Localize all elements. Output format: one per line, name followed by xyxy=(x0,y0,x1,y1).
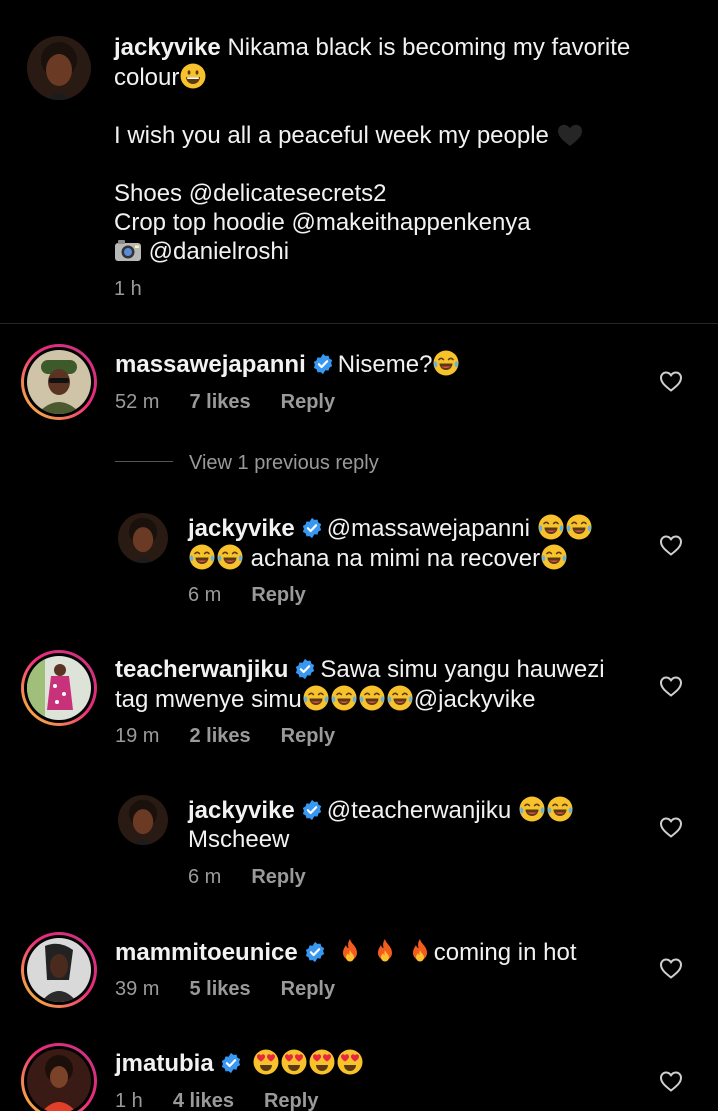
like-heart-icon[interactable] xyxy=(659,957,683,979)
divider xyxy=(0,323,718,324)
comment-username[interactable]: massawejapanni xyxy=(115,351,306,378)
comment-meta: 19 m2 likes Reply xyxy=(115,725,336,748)
reply-button[interactable]: Reply xyxy=(281,725,335,748)
reply-button[interactable]: Reply xyxy=(264,1090,318,1111)
fire-emoji-icon xyxy=(371,937,399,965)
reply-button[interactable]: Reply xyxy=(251,584,305,607)
reply-text: jackyvike @teacherwanjiku Mscheew xyxy=(188,795,648,854)
laughing-emoji-icon xyxy=(188,543,216,571)
view-replies-line xyxy=(115,461,173,462)
comment-text: mammitoeunice coming in hot xyxy=(115,937,577,966)
reply-meta: 6 m Reply xyxy=(188,866,306,889)
like-heart-icon[interactable] xyxy=(659,1070,683,1092)
black-heart-icon xyxy=(556,122,584,148)
laughing-emoji-icon xyxy=(432,349,460,377)
camera-icon xyxy=(114,238,142,262)
like-heart-icon[interactable] xyxy=(659,816,683,838)
heart-eyes-emoji-icon xyxy=(308,1048,336,1076)
like-heart-icon[interactable] xyxy=(659,534,683,556)
comment-avatar[interactable] xyxy=(21,1043,97,1111)
laughing-emoji-icon xyxy=(216,543,244,571)
fire-emoji-icon xyxy=(406,937,434,965)
comment-meta: 39 m5 likes Reply xyxy=(115,978,336,1001)
verified-badge-icon xyxy=(301,517,323,539)
comment-text: jmatubia xyxy=(115,1048,655,1078)
laughing-emoji-icon xyxy=(386,684,414,712)
comment-username[interactable]: jmatubia xyxy=(115,1050,214,1077)
laughing-emoji-icon xyxy=(358,684,386,712)
laughing-emoji-icon xyxy=(537,513,565,541)
laughing-emoji-icon xyxy=(518,795,546,823)
post-caption: jackyvike Nikama black is becoming my fa… xyxy=(0,0,718,323)
verified-badge-icon xyxy=(304,941,326,963)
laughing-emoji-icon xyxy=(565,513,593,541)
comment-meta: 1 h4 likes Reply xyxy=(115,1090,319,1111)
laughing-emoji-icon xyxy=(540,543,568,571)
comment-text: massawejapanni Niseme? xyxy=(115,349,655,379)
reply-avatar[interactable] xyxy=(118,795,168,845)
verified-badge-icon xyxy=(301,799,323,821)
heart-eyes-emoji-icon xyxy=(252,1048,280,1076)
caption-avatar[interactable] xyxy=(27,36,91,100)
comment-avatar[interactable] xyxy=(21,932,97,1008)
reply-button[interactable]: Reply xyxy=(281,978,335,1001)
comment-text: teacherwanjiku Sawa simu yangu hauwezi ta… xyxy=(115,656,605,713)
reply-text: jackyvike @massawejapanni achana na mimi … xyxy=(188,513,648,573)
verified-badge-icon xyxy=(312,353,334,375)
like-heart-icon[interactable] xyxy=(659,675,683,697)
reply-button[interactable]: Reply xyxy=(281,391,335,414)
fire-emoji-icon xyxy=(336,937,364,965)
likes-count[interactable]: 4 likes xyxy=(173,1090,234,1111)
comment-meta: 52 m7 likes Reply xyxy=(115,391,336,414)
likes-count[interactable]: 5 likes xyxy=(189,978,250,1001)
laughing-emoji-icon xyxy=(546,795,574,823)
reply-username[interactable]: jackyvike xyxy=(188,797,295,824)
reply-button[interactable]: Reply xyxy=(251,866,305,889)
verified-badge-icon xyxy=(294,658,316,680)
laughing-emoji-icon xyxy=(302,684,330,712)
like-heart-icon[interactable] xyxy=(659,370,683,392)
comment-username[interactable]: mammitoeunice xyxy=(115,939,298,966)
comment-username[interactable]: teacherwanjiku xyxy=(115,656,288,683)
heart-eyes-emoji-icon xyxy=(280,1048,308,1076)
caption-time: 1 h xyxy=(114,278,142,300)
reply-avatar[interactable] xyxy=(118,513,168,563)
view-replies-button[interactable]: View 1 previous reply xyxy=(189,452,379,475)
grin-emoji-icon xyxy=(179,62,207,90)
likes-count[interactable]: 7 likes xyxy=(189,391,250,414)
caption-username[interactable]: jackyvike xyxy=(114,34,221,61)
reply-username[interactable]: jackyvike xyxy=(188,515,295,542)
comment-avatar[interactable] xyxy=(21,344,97,420)
laughing-emoji-icon xyxy=(330,684,358,712)
comment-avatar[interactable] xyxy=(21,650,97,726)
caption-text: jackyvike Nikama black is becoming my fa… xyxy=(114,34,631,265)
reply-meta: 6 m Reply xyxy=(188,584,306,607)
likes-count[interactable]: 2 likes xyxy=(189,725,250,748)
verified-badge-icon xyxy=(220,1052,242,1074)
heart-eyes-emoji-icon xyxy=(336,1048,364,1076)
